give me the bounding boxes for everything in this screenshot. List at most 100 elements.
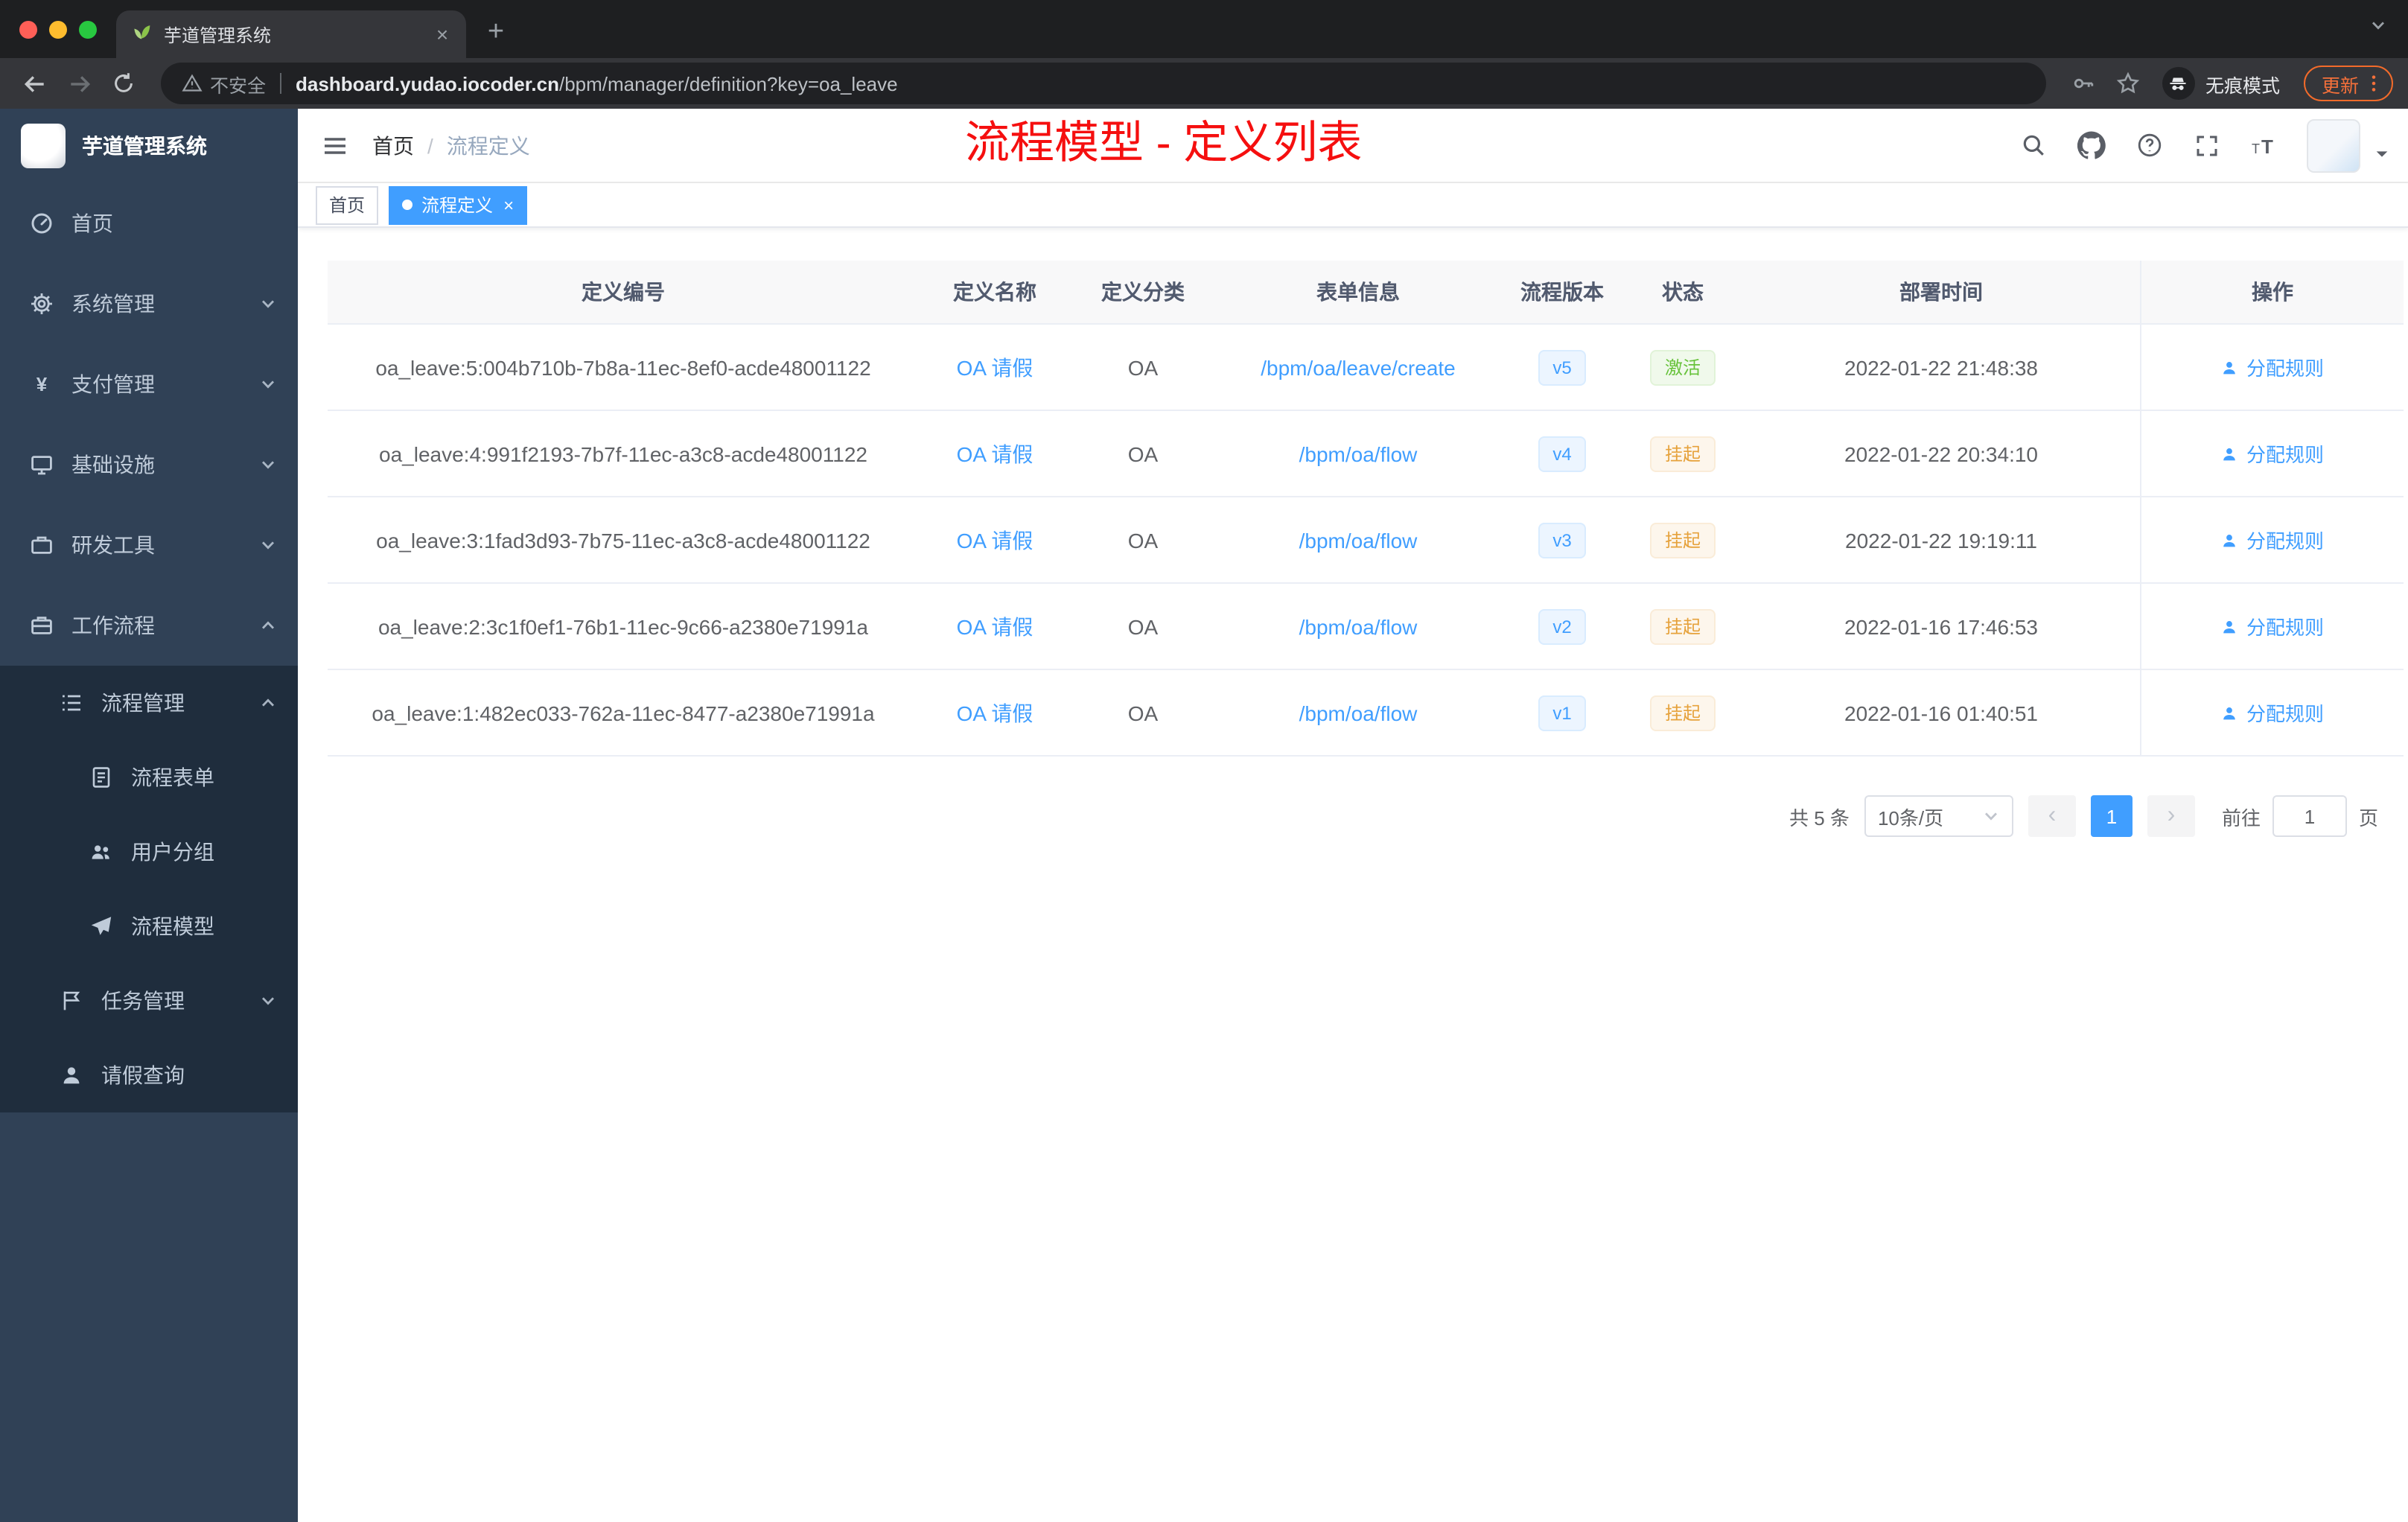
svg-text:T: T bbox=[2252, 141, 2260, 156]
form-info-link[interactable]: /bpm/oa/leave/create bbox=[1261, 355, 1456, 379]
user-avatar[interactable] bbox=[2307, 118, 2360, 172]
top-navbar: 首页 / 流程定义 流程模型 - 定义列表 TT bbox=[298, 109, 2408, 183]
incognito-label: 无痕模式 bbox=[2205, 75, 2280, 96]
sidebar: 芋道管理系统 首页 系统管理 ¥ 支付管理基础设施研发工具 工作流程 流程管理 流程表单 用户… bbox=[0, 109, 298, 1522]
sidebar-menu: 首页 系统管理 ¥ 支付管理基础设施研发工具 工作流程 流程管理 流程表单 用户分组 流程模型任… bbox=[0, 183, 298, 1522]
sidebar-item-process-model[interactable]: 流程模型 bbox=[0, 889, 298, 964]
github-icon[interactable] bbox=[2074, 129, 2107, 162]
page-size-select[interactable]: 10条/页 bbox=[1864, 795, 2013, 837]
definition-name-link[interactable]: OA 请假 bbox=[957, 528, 1033, 552]
assign-rule-label: 分配规则 bbox=[2246, 357, 2324, 380]
tab-search-chevron-icon[interactable] bbox=[2369, 16, 2387, 34]
definition-name-link[interactable]: OA 请假 bbox=[957, 355, 1033, 379]
chevron-down-icon bbox=[259, 992, 277, 1010]
form-info-link[interactable]: /bpm/oa/flow bbox=[1299, 442, 1418, 465]
page-number-1[interactable]: 1 bbox=[2090, 795, 2133, 837]
send-icon bbox=[89, 914, 113, 938]
three-dots-menu-icon bbox=[2363, 73, 2384, 94]
sidebar-item-task-management[interactable]: 任务管理 bbox=[0, 964, 298, 1038]
assign-rule-link[interactable]: 分配规则 bbox=[2221, 526, 2324, 554]
svg-text:T: T bbox=[2261, 135, 2273, 157]
page-content: 定义编号 定义名称 定义分类 表单信息 流程版本 状态 部署时间 操作 oa_leave:5:… bbox=[298, 228, 2408, 1522]
person-icon bbox=[2221, 445, 2239, 462]
form-info-link[interactable]: /bpm/oa/flow bbox=[1299, 614, 1418, 638]
sidebar-item-dev-tools[interactable]: 研发工具 bbox=[0, 505, 298, 585]
definition-name-link[interactable]: OA 请假 bbox=[957, 442, 1033, 465]
form-icon bbox=[89, 765, 113, 789]
sidebar-item-label: 基础设施 bbox=[71, 453, 155, 477]
forward-button[interactable] bbox=[60, 64, 98, 103]
active-tag-dot bbox=[402, 200, 413, 210]
new-tab-button[interactable]: + bbox=[475, 12, 517, 54]
person-icon bbox=[2221, 531, 2239, 549]
sidebar-item-leave-query[interactable]: 请假查询 bbox=[0, 1038, 298, 1112]
sidebar-logo[interactable]: 芋道管理系统 bbox=[0, 109, 298, 183]
breadcrumb: 首页 / 流程定义 bbox=[372, 130, 530, 160]
avatar-caret-down-icon[interactable] bbox=[2374, 146, 2390, 162]
version-badge: v4 bbox=[1538, 436, 1587, 471]
assign-rule-link[interactable]: 分配规则 bbox=[2221, 353, 2324, 381]
browser-tab-strip: 芋道管理系统 × + bbox=[0, 0, 2408, 58]
form-info-link[interactable]: /bpm/oa/flow bbox=[1299, 701, 1418, 725]
tag-process-definition[interactable]: 流程定义 × bbox=[389, 185, 528, 224]
back-button[interactable] bbox=[15, 64, 54, 103]
goto-suffix: 页 bbox=[2358, 806, 2378, 829]
definition-name-link[interactable]: OA 请假 bbox=[957, 614, 1033, 638]
tree-icon bbox=[60, 691, 83, 715]
assign-rule-link[interactable]: 分配规则 bbox=[2221, 698, 2324, 727]
breadcrumb-home[interactable]: 首页 bbox=[372, 130, 414, 160]
sidebar-item-process-form[interactable]: 流程表单 bbox=[0, 740, 298, 815]
url-path: /bpm/manager/definition?key=oa_leave bbox=[559, 72, 898, 95]
assign-rule-link[interactable]: 分配规则 bbox=[2221, 612, 2324, 640]
column-header-form: 表单信息 bbox=[1215, 261, 1501, 325]
definition-id: oa_leave:4:991f2193-7b7f-11ec-a3c8-acde4… bbox=[328, 410, 919, 497]
search-icon[interactable] bbox=[2016, 129, 2049, 162]
svg-text:¥: ¥ bbox=[36, 373, 48, 395]
tag-close-icon[interactable]: × bbox=[503, 194, 514, 215]
sidebar-item-payment-management[interactable]: ¥ 支付管理 bbox=[0, 344, 298, 424]
fullscreen-icon[interactable] bbox=[2191, 129, 2223, 162]
incognito-icon bbox=[2162, 67, 2195, 100]
sidebar-item-user-group[interactable]: 用户分组 bbox=[0, 815, 298, 889]
sidebar-collapse-button[interactable] bbox=[298, 108, 372, 182]
sidebar-item-infrastructure[interactable]: 基础设施 bbox=[0, 424, 298, 505]
annotation-title: 流程模型 - 定义列表 bbox=[965, 119, 1363, 168]
breadcrumb-current: 流程定义 bbox=[446, 133, 530, 157]
tab-close-icon[interactable]: × bbox=[430, 22, 454, 46]
window-zoom-button[interactable] bbox=[79, 21, 97, 39]
reload-button[interactable] bbox=[104, 64, 143, 103]
dashboard-icon bbox=[30, 211, 54, 235]
goto-page-input[interactable] bbox=[2272, 795, 2347, 837]
form-info-link[interactable]: /bpm/oa/flow bbox=[1299, 528, 1418, 552]
browser-tab[interactable]: 芋道管理系统 × bbox=[116, 10, 466, 58]
table-header-row: 定义编号 定义名称 定义分类 表单信息 流程版本 状态 部署时间 操作 bbox=[328, 261, 2404, 325]
sidebar-item-home[interactable]: 首页 bbox=[0, 183, 298, 264]
version-badge: v1 bbox=[1538, 695, 1587, 730]
column-header-id: 定义编号 bbox=[328, 261, 919, 325]
sidebar-item-system-management[interactable]: 系统管理 bbox=[0, 264, 298, 344]
gear-icon bbox=[30, 292, 54, 316]
tag-home[interactable]: 首页 bbox=[316, 185, 379, 224]
help-icon[interactable] bbox=[2133, 129, 2165, 162]
assign-rule-label: 分配规则 bbox=[2246, 444, 2324, 466]
bookmark-star-icon[interactable] bbox=[2109, 64, 2147, 103]
assign-rule-label: 分配规则 bbox=[2246, 617, 2324, 639]
sidebar-item-process-management[interactable]: 流程管理 bbox=[0, 666, 298, 740]
goto-page: 前往 页 bbox=[2222, 795, 2378, 837]
assign-rule-link[interactable]: 分配规则 bbox=[2221, 439, 2324, 468]
address-bar[interactable]: 不安全 dashboard.yudao.iocoder.cn/bpm/manag… bbox=[161, 63, 2046, 104]
definition-category: OA bbox=[1071, 410, 1215, 497]
password-key-icon[interactable] bbox=[2064, 64, 2103, 103]
browser-update-menu-button[interactable]: 更新 bbox=[2303, 66, 2393, 101]
window-close-button[interactable] bbox=[19, 21, 37, 39]
main-panel: 首页 / 流程定义 流程模型 - 定义列表 TT 首页 流程定义 × 定义编号 … bbox=[298, 109, 2408, 1522]
status-badge: 挂起 bbox=[1649, 695, 1716, 730]
prev-page-button[interactable]: ‹ bbox=[2028, 795, 2076, 837]
sidebar-item-workflow[interactable]: 工作流程 bbox=[0, 585, 298, 666]
text-size-icon[interactable]: TT bbox=[2249, 129, 2281, 162]
definition-name-link[interactable]: OA 请假 bbox=[957, 701, 1033, 725]
group-icon bbox=[89, 840, 113, 864]
next-page-button[interactable]: › bbox=[2147, 795, 2195, 837]
version-badge: v2 bbox=[1538, 608, 1587, 644]
window-minimize-button[interactable] bbox=[49, 21, 67, 39]
